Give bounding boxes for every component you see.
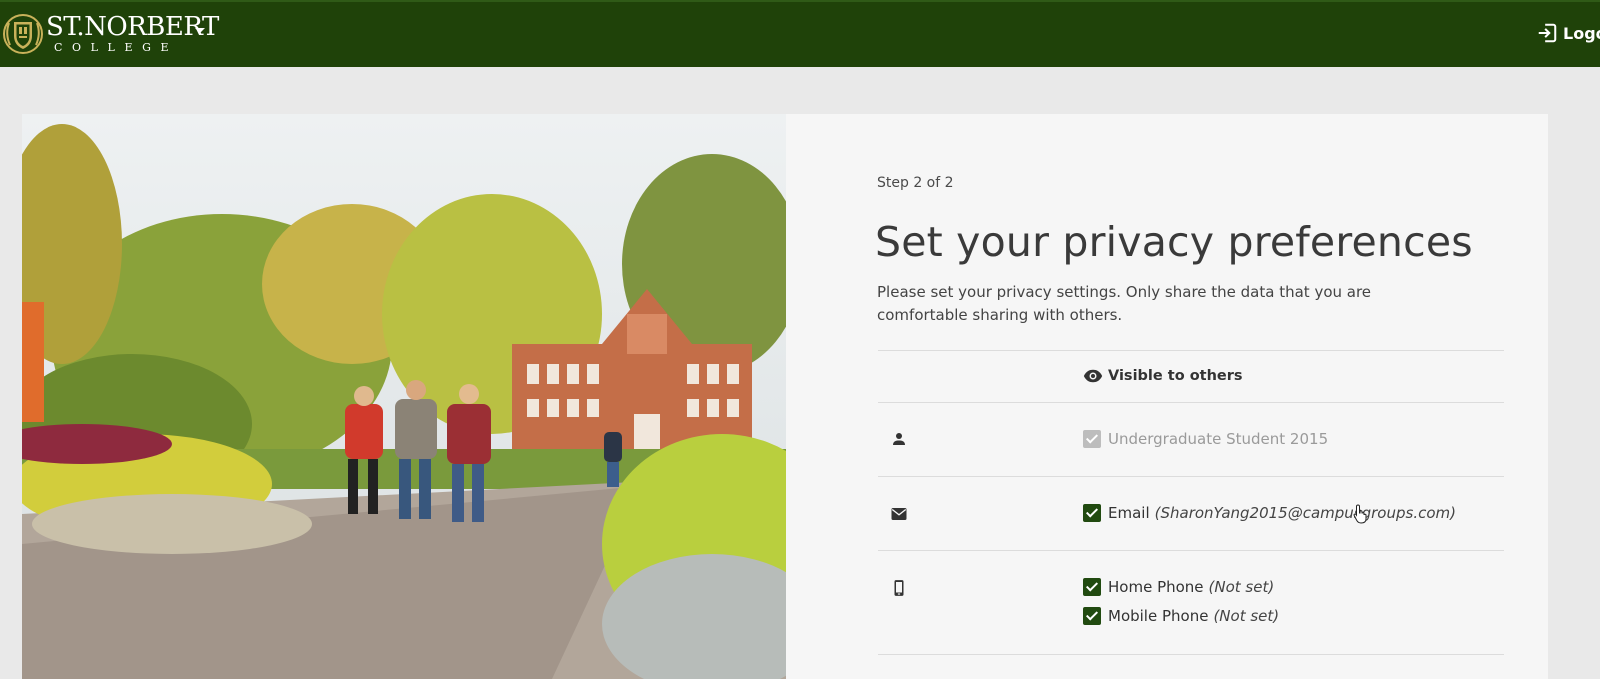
- email-label: Email: [1108, 504, 1150, 522]
- college-logo-menu[interactable]: ST.NORBERT COLLEGE: [2, 12, 219, 56]
- privacy-panel: Step 2 of 2 Set your privacy preferences…: [786, 114, 1548, 679]
- student-status-checkbox: Undergraduate Student 2015: [1083, 430, 1328, 448]
- checkbox-checked[interactable]: [1083, 578, 1101, 596]
- visibility-column-label: Visible to others: [1108, 368, 1243, 384]
- mobile-phone-value: (Not set): [1213, 607, 1280, 625]
- envelope-icon: [890, 505, 908, 523]
- visibility-column-header: Visible to others: [1083, 366, 1243, 386]
- divider: [878, 654, 1504, 655]
- divider: [878, 476, 1504, 477]
- student-status-label: Undergraduate Student 2015: [1108, 430, 1329, 448]
- brand-subtitle: COLLEGE: [54, 41, 179, 54]
- email-value: (SharonYang2015@campusgroups.com): [1154, 504, 1456, 522]
- divider: [878, 350, 1504, 351]
- home-phone-label: Home Phone: [1108, 578, 1204, 596]
- home-phone-visibility-checkbox[interactable]: Home Phone (Not set): [1083, 578, 1274, 596]
- divider: [878, 550, 1504, 551]
- mobile-phone-icon: [890, 579, 908, 597]
- college-wordmark: ST.NORBERT COLLEGE: [46, 12, 219, 56]
- checkbox-checked: [1083, 430, 1101, 448]
- person-icon: [890, 430, 908, 448]
- eye-icon: [1083, 369, 1103, 383]
- top-navigation-bar: ST.NORBERT COLLEGE Logo: [0, 0, 1600, 67]
- mobile-phone-visibility-checkbox[interactable]: Mobile Phone (Not set): [1083, 607, 1279, 625]
- logout-button[interactable]: Logo: [1536, 22, 1600, 44]
- college-crest-icon: [2, 13, 44, 55]
- logout-label: Logo: [1563, 23, 1600, 43]
- checkbox-checked[interactable]: [1083, 504, 1101, 522]
- divider: [878, 402, 1504, 403]
- page-description: Please set your privacy settings. Only s…: [877, 283, 1372, 324]
- logout-icon: [1538, 23, 1557, 43]
- checkbox-checked[interactable]: [1083, 607, 1101, 625]
- hand-pointer-cursor-icon: [1353, 504, 1367, 524]
- mobile-phone-label: Mobile Phone: [1108, 607, 1209, 625]
- step-indicator: Step 2 of 2: [877, 175, 954, 191]
- brand-name: ST.NORBERT: [46, 12, 219, 42]
- campus-photo: [22, 114, 786, 679]
- page-title: Set your privacy preferences: [875, 218, 1473, 266]
- home-phone-value: (Not set): [1208, 578, 1275, 596]
- email-visibility-checkbox[interactable]: Email (SharonYang2015@campusgroups.com): [1083, 504, 1456, 522]
